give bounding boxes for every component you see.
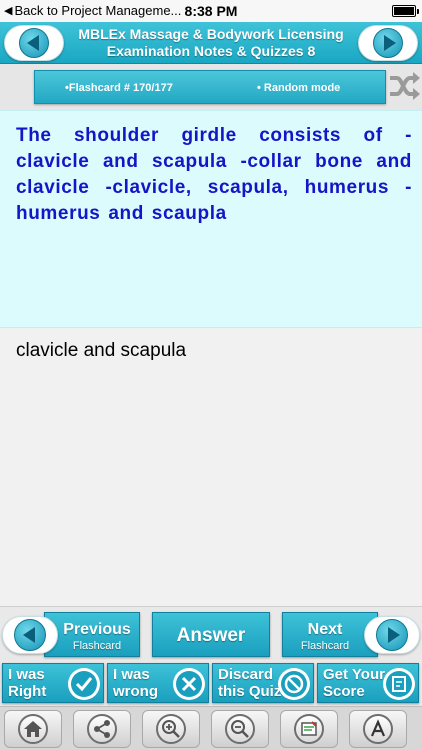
- score-line-2: Score: [323, 683, 365, 700]
- title-line-2: Examination Notes & Quizzes 8: [106, 43, 316, 59]
- status-time: 8:38 PM: [184, 3, 238, 19]
- home-icon: [18, 714, 48, 744]
- zoom-out-icon: [225, 714, 255, 744]
- get-your-score-button[interactable]: Get Your Score: [317, 663, 419, 703]
- notes-button[interactable]: [280, 710, 338, 748]
- score-sheet-icon: [383, 668, 415, 700]
- question-text: The shoulder girdle consists of -clavicl…: [16, 125, 412, 224]
- flashcard-counter: •Flashcard # 170/177: [65, 82, 173, 94]
- previous-arrow-button[interactable]: [2, 616, 58, 654]
- no-entry-icon: [278, 668, 310, 700]
- next-arrow-button[interactable]: [364, 616, 420, 654]
- font-icon: [363, 714, 393, 744]
- answer-panel: clavicle and scapula: [0, 328, 422, 606]
- previous-label: Previous: [63, 621, 131, 638]
- status-bar: ◀ Back to Project Manageme... 8:38 PM: [0, 0, 422, 22]
- i-was-right-button[interactable]: I was Right: [2, 663, 104, 703]
- share-icon: [87, 714, 117, 744]
- bottom-toolbar: [0, 706, 422, 750]
- header-prev-button[interactable]: [4, 25, 64, 61]
- zoom-in-icon: [156, 714, 186, 744]
- previous-flashcard-button[interactable]: Previous Flashcard: [44, 612, 140, 657]
- header-next-button[interactable]: [358, 25, 418, 61]
- right-line-2: Right: [8, 683, 47, 700]
- share-button[interactable]: [73, 710, 131, 748]
- discard-line-1: Discard: [218, 666, 274, 683]
- zoom-out-button[interactable]: [211, 710, 269, 748]
- shuffle-icon[interactable]: [388, 66, 420, 106]
- wrong-line-2: wrong: [113, 683, 158, 700]
- right-line-1: I was: [8, 666, 45, 683]
- answer-button[interactable]: Answer: [152, 612, 270, 657]
- left-arrow-icon: [19, 28, 49, 58]
- next-label: Next: [307, 621, 343, 638]
- flashcard-controls: Previous Flashcard Answer Next Flashcard: [0, 606, 422, 660]
- next-sub-label: Flashcard: [300, 640, 350, 652]
- right-arrow-icon: [373, 28, 403, 58]
- answer-label: Answer: [176, 625, 246, 646]
- mode-label: • Random mode: [257, 82, 341, 94]
- zoom-in-button[interactable]: [142, 710, 200, 748]
- discard-quiz-button[interactable]: Discard this Quiz: [212, 663, 314, 703]
- font-button[interactable]: [349, 710, 407, 748]
- info-band: •Flashcard # 170/177 • Random mode: [0, 64, 422, 110]
- discard-line-2: this Quiz: [218, 683, 282, 700]
- i-was-wrong-button[interactable]: I was wrong: [107, 663, 209, 703]
- score-buttons-row: I was Right I was wrong Discard this Qui…: [0, 660, 422, 706]
- question-panel: The shoulder girdle consists of -clavicl…: [0, 110, 422, 328]
- checkmark-icon: [68, 668, 100, 700]
- page-title: MBLEx Massage & Bodywork Licensing Exami…: [70, 26, 352, 60]
- answer-text: clavicle and scapula: [16, 340, 187, 361]
- battery-icon: [392, 5, 419, 17]
- left-arrow-icon: [14, 619, 46, 651]
- cross-icon: [173, 668, 205, 700]
- flashcard-info-bar: •Flashcard # 170/177 • Random mode: [34, 70, 386, 104]
- previous-sub-label: Flashcard: [72, 640, 122, 652]
- score-line-1: Get Your: [323, 666, 385, 683]
- notes-icon: [294, 714, 324, 744]
- wrong-line-1: I was: [113, 666, 150, 683]
- title-line-1: MBLEx Massage & Bodywork Licensing: [78, 26, 344, 42]
- home-button[interactable]: [4, 710, 62, 748]
- right-arrow-icon: [376, 619, 408, 651]
- app-header: MBLEx Massage & Bodywork Licensing Exami…: [0, 22, 422, 64]
